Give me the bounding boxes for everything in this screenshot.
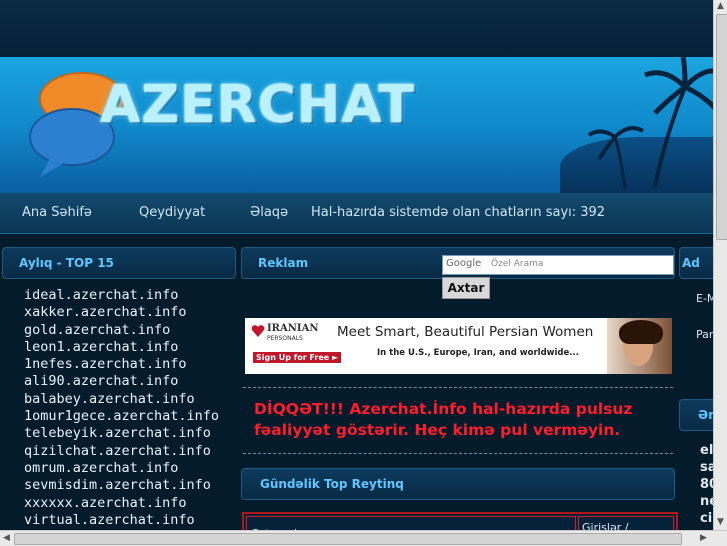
warning-notice: DİQQƏT!!! Azerchat.İnfo hal-hazırda puls… bbox=[254, 400, 633, 439]
scroll-right-icon[interactable]: ▶ bbox=[700, 533, 707, 543]
online-chat-count: Hal-hazırda sistemdə olan chatların sayı… bbox=[311, 205, 606, 220]
top15-item[interactable]: 1nefes.azerchat.info bbox=[24, 356, 219, 373]
main-nav: Ana Səhifə Qeydiyyat Əlaqə Hal-hazırda s… bbox=[0, 193, 713, 234]
ad-brand: IRANIAN PERSONALS Sign Up for Free ► bbox=[251, 322, 342, 366]
password-label: Par bbox=[696, 328, 714, 341]
nav-contact[interactable]: Əlaqə bbox=[250, 205, 288, 220]
google-logo: Google bbox=[446, 258, 482, 269]
top15-item[interactable]: 1omur1gece.azerchat.info bbox=[24, 408, 219, 425]
reklam-title: Reklam bbox=[258, 256, 309, 270]
ad-banner[interactable]: IRANIAN PERSONALS Sign Up for Free ► Mee… bbox=[245, 318, 672, 374]
top15-item[interactable]: sevmisdim.azerchat.info bbox=[24, 477, 219, 494]
search-button[interactable]: Axtar bbox=[442, 277, 490, 299]
top15-item[interactable]: xakker.azerchat.info bbox=[24, 304, 219, 321]
top15-title: Aylıq - TOP 15 bbox=[19, 256, 114, 270]
top15-item[interactable]: ali90.azerchat.info bbox=[24, 373, 219, 390]
rating-title: Gündəlik Top Reytinq bbox=[260, 477, 404, 491]
horizontal-scrollbar[interactable]: ◀ ▶ bbox=[0, 530, 727, 546]
vertical-scrollbar[interactable]: ▲ ▼ bbox=[713, 0, 727, 530]
top-bar bbox=[0, 0, 713, 57]
top15-list: ideal.azerchat.info xakker.azerchat.info… bbox=[24, 287, 219, 529]
nav-register[interactable]: Qeydiyyat bbox=[139, 205, 205, 220]
top15-item[interactable]: virtual.azerchat.info bbox=[24, 512, 219, 529]
top15-item[interactable]: telebeyik.azerchat.info bbox=[24, 425, 219, 442]
top15-item[interactable]: omrum.azerchat.info bbox=[24, 460, 219, 477]
top15-item[interactable]: qizilchat.azerchat.info bbox=[24, 443, 219, 460]
heart-icon bbox=[251, 325, 265, 337]
divider bbox=[243, 387, 673, 388]
ad-brand-bottom: PERSONALS bbox=[267, 335, 303, 342]
palm-trees-icon bbox=[587, 57, 713, 190]
top15-item[interactable]: balabey.azerchat.info bbox=[24, 391, 219, 408]
site-logo-text[interactable]: AZERCHAT bbox=[100, 75, 415, 135]
ad-subline: In the U.S., Europe, Iran, and worldwide… bbox=[377, 348, 579, 358]
top15-item[interactable]: gold.azerchat.info bbox=[24, 322, 219, 339]
hscroll-thumb[interactable] bbox=[14, 533, 682, 545]
top15-item[interactable]: xxxxxx.azerchat.info bbox=[24, 495, 219, 512]
nav-home[interactable]: Ana Səhifə bbox=[22, 205, 92, 220]
top15-header: Aylıq - TOP 15 bbox=[2, 247, 236, 279]
ad-photo bbox=[607, 318, 672, 374]
ad-brand-top: IRANIAN bbox=[267, 323, 319, 334]
scroll-thumb[interactable] bbox=[716, 14, 727, 240]
ad-headline: Meet Smart, Beautiful Persian Women bbox=[337, 324, 594, 340]
header-banner: AZERCHAT bbox=[0, 57, 713, 193]
rating-header: Gündəlik Top Reytinq bbox=[241, 468, 675, 500]
search-placeholder: Özel Arama bbox=[491, 259, 544, 269]
scroll-down-icon[interactable]: ▼ bbox=[717, 517, 724, 527]
top15-item[interactable]: ideal.azerchat.info bbox=[24, 287, 219, 304]
divider bbox=[243, 453, 673, 454]
ad-signup-button[interactable]: Sign Up for Free ► bbox=[253, 352, 342, 363]
scroll-up-icon[interactable]: ▲ bbox=[717, 1, 724, 11]
search-input[interactable]: Google Özel Arama bbox=[442, 255, 674, 275]
top15-item[interactable]: leon1.azerchat.info bbox=[24, 339, 219, 356]
scroll-left-icon[interactable]: ◀ bbox=[3, 533, 10, 543]
